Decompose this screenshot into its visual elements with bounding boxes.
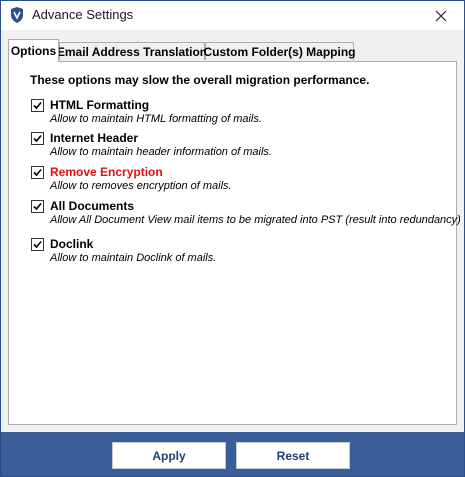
option-description: Allow to maintain header information of … — [50, 146, 272, 158]
check-icon — [33, 134, 42, 143]
button-bar: Apply Reset — [1, 432, 464, 476]
close-icon — [435, 10, 447, 21]
internet-header-checkbox[interactable] — [31, 132, 44, 145]
option-description: Allow to removes encryption of mails. — [50, 180, 232, 192]
option-label[interactable]: Internet Header — [50, 131, 138, 145]
remove-encryption-checkbox[interactable] — [31, 166, 44, 179]
close-button[interactable] — [418, 1, 464, 30]
check-icon — [33, 240, 42, 249]
apply-button[interactable]: Apply — [112, 442, 226, 469]
reset-button[interactable]: Reset — [236, 442, 350, 469]
check-icon — [33, 101, 42, 110]
option-label[interactable]: Doclink — [50, 237, 93, 251]
option-label[interactable]: All Documents — [50, 199, 134, 213]
options-panel: These options may slow the overall migra… — [8, 61, 461, 425]
option-description: Allow to maintain Doclink of mails. — [50, 252, 217, 264]
option-label[interactable]: HTML Formatting — [50, 98, 149, 112]
performance-notice: These options may slow the overall migra… — [30, 73, 370, 87]
title-bar: Advance Settings — [1, 1, 464, 30]
tab-email-address-translation[interactable]: Email Address Translation — [57, 42, 207, 60]
tab-custom-folder-mapping[interactable]: Custom Folder(s) Mapping — [204, 42, 356, 60]
option-label[interactable]: Remove Encryption — [50, 165, 163, 179]
all-documents-checkbox[interactable] — [31, 200, 44, 213]
html-formatting-checkbox[interactable] — [31, 99, 44, 112]
check-icon — [33, 202, 42, 211]
window-title: Advance Settings — [32, 7, 134, 22]
option-description: Allow All Document View mail items to be… — [50, 214, 461, 226]
option-description: Allow to maintain HTML formatting of mai… — [50, 113, 262, 125]
tab-options[interactable]: Options — [8, 39, 59, 62]
shield-v-icon — [10, 7, 24, 23]
advance-settings-dialog: Advance Settings Options Email Address T… — [0, 0, 465, 477]
check-icon — [33, 168, 42, 177]
doclink-checkbox[interactable] — [31, 238, 44, 251]
